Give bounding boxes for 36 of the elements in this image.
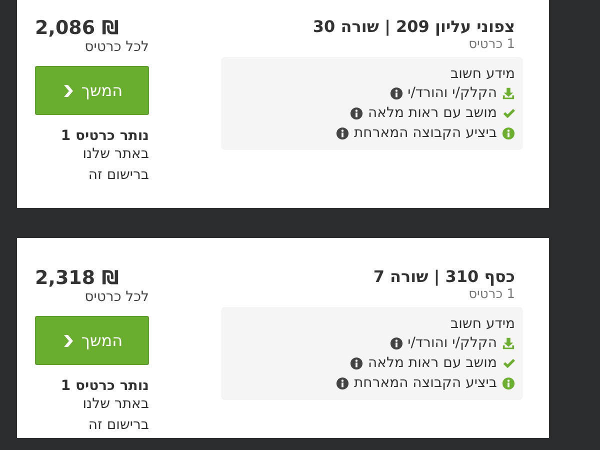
ticket-quantity: 1 כרטיס <box>468 287 515 302</box>
info-icon[interactable] <box>390 86 403 100</box>
ticket-quantity: 1 כרטיס <box>468 37 515 52</box>
remaining-note: באתר שלנו ברישום זה <box>82 145 149 185</box>
info-icon[interactable] <box>350 356 363 370</box>
info-icon <box>502 126 515 140</box>
info-icon[interactable] <box>350 106 363 120</box>
continue-button[interactable]: המשך <box>35 66 149 115</box>
remaining-tickets: נותר כרטיס 1 <box>60 128 149 144</box>
price-note: לכל כרטיס <box>84 39 149 55</box>
feature-text: מושב עם ראות מלאה <box>368 104 497 123</box>
feature-text: ביציע הקבוצה המארחת <box>354 124 497 143</box>
info-icon[interactable] <box>336 126 349 140</box>
feature-text: ביציע הקבוצה המארחת <box>354 374 497 393</box>
price-note: לכל כרטיס <box>84 289 149 305</box>
info-heading: מידע חשוב <box>450 66 515 82</box>
check-icon <box>502 356 515 370</box>
price: 2,086 ₪ <box>35 17 120 39</box>
feature-text: מושב עם ראות מלאה <box>368 354 497 373</box>
remaining-tickets: נותר כרטיס 1 <box>60 378 149 394</box>
info-icon[interactable] <box>336 376 349 390</box>
listing-title: צפוני עליון 209 | שורה 30 <box>312 17 515 36</box>
check-icon <box>502 106 515 120</box>
download-icon <box>502 86 515 100</box>
continue-button[interactable]: המשך <box>35 316 149 365</box>
chevron-icon <box>61 334 74 348</box>
chevron-icon <box>61 84 74 98</box>
feature-text: הקלק/י והורד/י <box>408 84 497 103</box>
info-icon[interactable] <box>390 336 403 350</box>
info-icon <box>502 376 515 390</box>
remaining-note: באתר שלנו ברישום זה <box>82 395 149 435</box>
feature-text: הקלק/י והורד/י <box>408 334 497 353</box>
listing-title: כסף 310 | שורה 7 <box>373 267 515 286</box>
info-heading: מידע חשוב <box>450 316 515 332</box>
price: 2,318 ₪ <box>35 267 120 289</box>
download-icon <box>502 336 515 350</box>
